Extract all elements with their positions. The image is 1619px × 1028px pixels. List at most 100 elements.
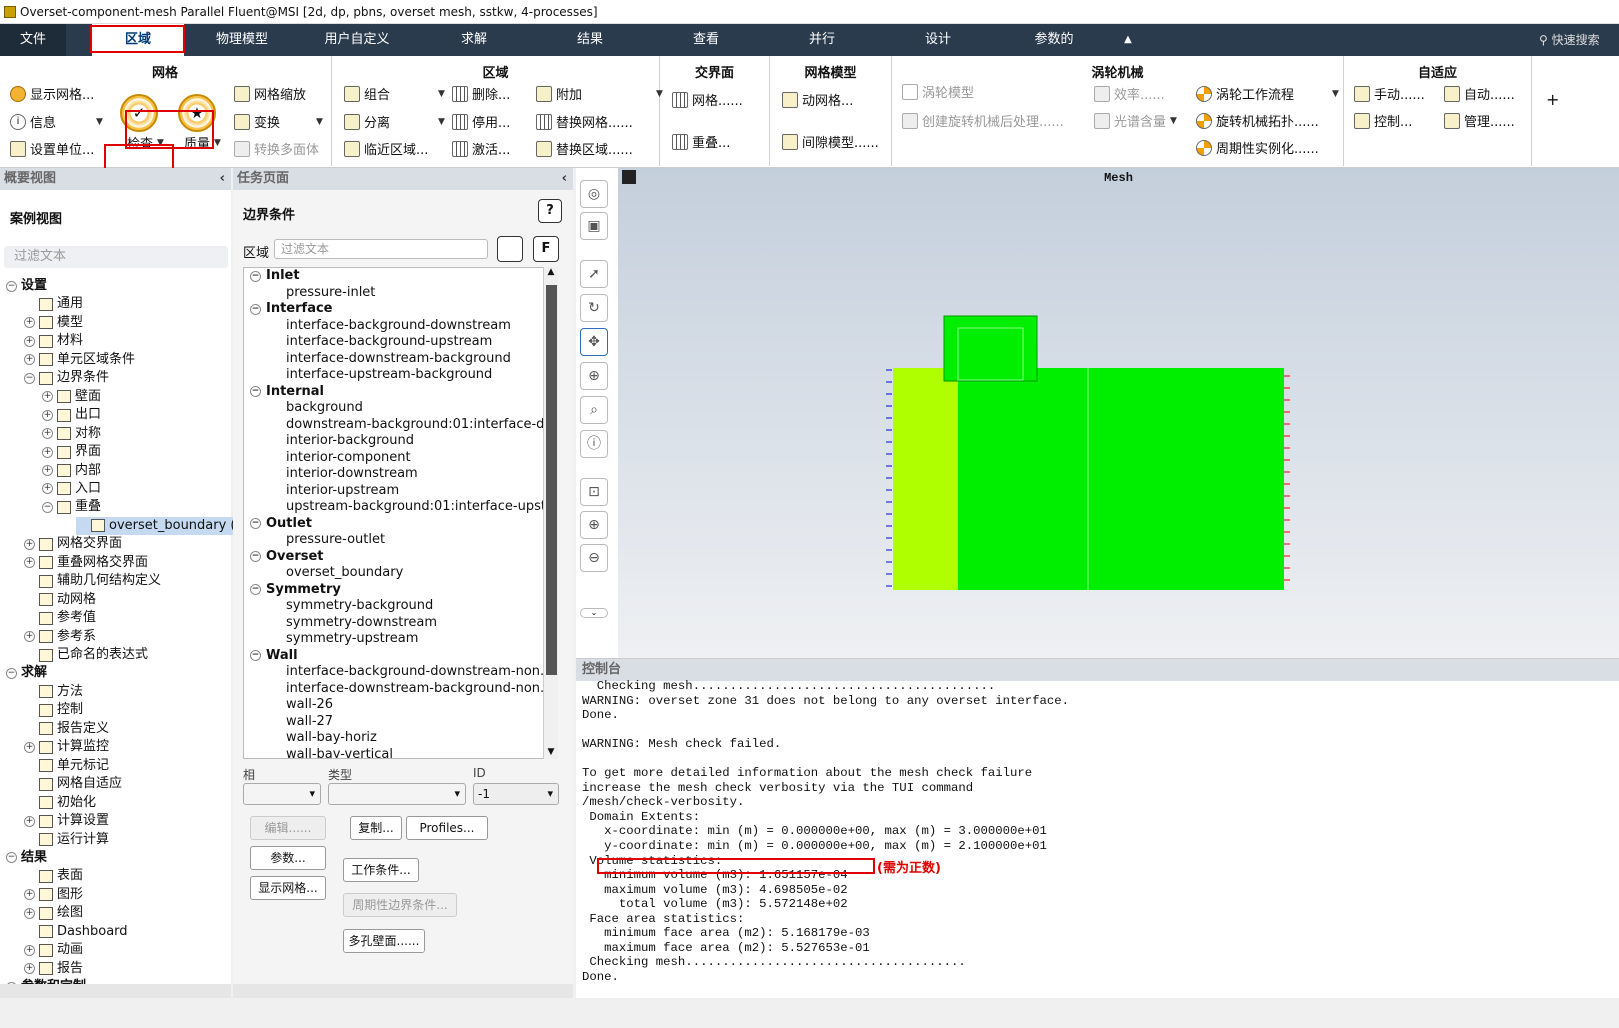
rotate-icon[interactable]: ↻ bbox=[580, 294, 608, 322]
mesh-interface-button[interactable]: 网格...... bbox=[672, 90, 743, 109]
toolbar-expand-icon[interactable]: ⌄ bbox=[580, 608, 608, 618]
expand-icon[interactable]: + bbox=[42, 446, 53, 458]
zoom-in-icon[interactable]: ⊕ bbox=[580, 511, 608, 539]
outline-tree-item[interactable]: 网格自适应 bbox=[24, 775, 122, 793]
menu-design[interactable]: 设计 bbox=[912, 24, 964, 56]
collapse-panel-icon[interactable]: ‹ bbox=[562, 168, 567, 190]
collapse-icon[interactable]: − bbox=[24, 372, 35, 384]
zone-list-item[interactable]: overset_boundary bbox=[286, 565, 403, 582]
parameters-button[interactable]: 参数... bbox=[250, 846, 326, 870]
outline-tree-item[interactable]: − 边界条件 bbox=[24, 369, 109, 387]
menu-file[interactable]: 文件 bbox=[0, 24, 66, 56]
zone-list-item[interactable]: interior-component bbox=[286, 450, 411, 467]
zone-list-item[interactable]: interior-upstream bbox=[286, 483, 399, 500]
probe-info-icon[interactable]: ⓘ bbox=[580, 430, 608, 458]
view-3d-icon[interactable]: ▣ bbox=[580, 212, 608, 240]
convert-polyhedra-button[interactable]: 转换多面体 bbox=[234, 139, 319, 158]
expand-icon[interactable]: + bbox=[24, 741, 35, 753]
overset-interface-button[interactable]: 重叠... bbox=[672, 132, 730, 151]
outline-tree-item[interactable]: + 界面 bbox=[42, 443, 101, 461]
scroll-down-icon[interactable]: ▼ bbox=[544, 747, 558, 757]
menu-physics[interactable]: 物理模型 bbox=[200, 24, 284, 56]
collapse-icon[interactable]: − bbox=[250, 650, 261, 662]
delete-zone-button[interactable]: 删除... bbox=[452, 84, 510, 103]
zone-group-header[interactable]: − Outlet bbox=[250, 516, 312, 533]
outline-tree-item[interactable]: + 材料 bbox=[24, 332, 83, 350]
zone-list-item[interactable]: wall-bay-horiz bbox=[286, 730, 377, 747]
ribbon-more-plus-icon[interactable]: + bbox=[1546, 90, 1559, 109]
menu-view[interactable]: 查看 bbox=[680, 24, 732, 56]
edit-button[interactable]: 编辑...... bbox=[250, 816, 326, 840]
adapt-manual-button[interactable]: 手动...... bbox=[1354, 84, 1425, 103]
help-button[interactable]: ? bbox=[538, 199, 562, 223]
quick-search[interactable]: ⚲ 快速搜索 bbox=[1539, 28, 1619, 52]
zone-list-item[interactable]: interface-upstream-background bbox=[286, 367, 492, 384]
expand-icon[interactable]: + bbox=[42, 465, 53, 476]
outline-tree-item[interactable]: + 壁面 bbox=[42, 388, 101, 406]
gap-model-button[interactable]: 间隙模型...... bbox=[782, 132, 879, 151]
menu-parametric[interactable]: 参数的 bbox=[1024, 24, 1084, 56]
collapse-icon[interactable]: − bbox=[250, 386, 261, 398]
collapse-icon[interactable]: − bbox=[250, 584, 261, 596]
outline-tree-item[interactable]: 已命名的表达式 bbox=[24, 646, 148, 664]
menu-domain[interactable]: 区域 bbox=[92, 24, 184, 56]
expand-icon[interactable]: + bbox=[42, 409, 53, 421]
info-button[interactable]: i 信息 ▼ bbox=[10, 112, 103, 131]
zoom-in-out-icon[interactable]: ⊕ bbox=[580, 362, 608, 390]
outline-tree-item[interactable]: − 求解 bbox=[6, 664, 47, 682]
zone-group-header[interactable]: − Wall bbox=[250, 648, 298, 665]
expand-icon[interactable]: + bbox=[24, 557, 35, 569]
filter-options-icon[interactable] bbox=[497, 236, 523, 262]
adapt-control-button[interactable]: 控制... bbox=[1354, 111, 1412, 130]
turbo-topology-button[interactable]: 旋转机械拓扑...... bbox=[1196, 111, 1319, 130]
outline-tree-item[interactable]: Dashboard bbox=[24, 923, 128, 941]
menu-user-defined[interactable]: 用户自定义 bbox=[310, 24, 404, 56]
expand-icon[interactable]: + bbox=[24, 631, 35, 643]
scroll-thumb[interactable] bbox=[546, 285, 557, 675]
zone-list-item[interactable]: wall-bay-vertical bbox=[286, 747, 393, 759]
outline-tree-item[interactable]: + 图形 bbox=[24, 886, 83, 904]
replace-mesh-button[interactable]: 替换网格...... bbox=[536, 112, 633, 131]
zone-list-item[interactable]: wall-26 bbox=[286, 697, 333, 714]
zone-list[interactable]: − Inlet pressure-inlet − Interface interface-… bbox=[243, 267, 558, 759]
collapse-icon[interactable]: − bbox=[6, 667, 17, 679]
create-turbo-post-button[interactable]: 创建旋转机械后处理...... bbox=[902, 111, 1064, 130]
zone-group-header[interactable]: − Inlet bbox=[250, 268, 300, 285]
zone-list-item[interactable]: interface-downstream-background bbox=[286, 351, 511, 368]
zone-list-item[interactable]: interface-background-downstream-non... bbox=[286, 664, 552, 681]
zone-group-header[interactable]: − Interface bbox=[250, 301, 333, 318]
outline-tree-item[interactable]: 方法 bbox=[24, 683, 83, 701]
zone-filter-input[interactable]: 过滤文本 bbox=[274, 239, 488, 259]
scroll-up-icon[interactable]: ▲ bbox=[544, 267, 558, 277]
expand-icon[interactable]: + bbox=[24, 907, 35, 919]
graphics-window[interactable]: Mesh bbox=[618, 168, 1619, 658]
collapse-icon[interactable]: − bbox=[42, 501, 53, 513]
periodic-conditions-button[interactable]: 周期性边界条件... bbox=[343, 893, 457, 917]
menu-parallel[interactable]: 并行 bbox=[796, 24, 848, 56]
expand-icon[interactable]: + bbox=[24, 354, 35, 366]
collapse-icon[interactable]: − bbox=[250, 270, 261, 282]
outline-tree-item[interactable]: + 计算设置 bbox=[24, 812, 109, 830]
profiles-button[interactable]: Profiles... bbox=[406, 816, 488, 840]
deactivate-button[interactable]: 停用... bbox=[452, 112, 510, 131]
outline-tree-item[interactable]: + 出口 bbox=[42, 406, 101, 424]
fit-to-window-icon[interactable]: ⊡ bbox=[580, 478, 608, 506]
outline-tree-item[interactable]: + 报告 bbox=[24, 960, 83, 978]
zone-list-item[interactable]: interior-background bbox=[286, 433, 414, 450]
outline-tree-item[interactable]: + 模型 bbox=[24, 314, 83, 332]
outline-tree-item[interactable]: 控制 bbox=[24, 701, 83, 719]
type-select[interactable] bbox=[328, 783, 466, 805]
zone-list-item[interactable]: background bbox=[286, 400, 363, 417]
outline-tree-item[interactable]: + 单元区域条件 bbox=[24, 351, 135, 369]
display-mesh-task-button[interactable]: 显示网格... bbox=[250, 876, 326, 900]
copy-button[interactable]: 复制... bbox=[350, 816, 402, 840]
zone-list-item[interactable]: symmetry-background bbox=[286, 598, 433, 615]
operating-conditions-button[interactable]: 工作条件... bbox=[343, 858, 419, 882]
outline-tree-item[interactable]: 单元标记 bbox=[24, 757, 109, 775]
filter-type-icon[interactable]: F bbox=[533, 236, 559, 262]
spectral-content-button[interactable]: 光谱含量 ▼ bbox=[1094, 111, 1177, 130]
collapse-icon[interactable]: − bbox=[250, 551, 261, 563]
zone-group-header[interactable]: − Symmetry bbox=[250, 582, 341, 599]
zone-list-item[interactable]: interface-background-upstream bbox=[286, 334, 492, 351]
zone-list-scrollbar[interactable]: ▲ ▼ bbox=[543, 267, 558, 759]
